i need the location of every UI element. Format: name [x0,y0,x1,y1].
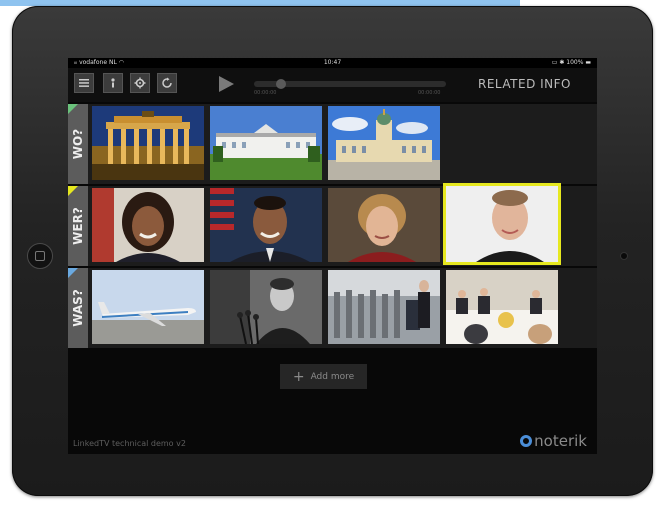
status-bar: ᵢᵢₗ vodafone NL ◠ 10:47 ▭ ✱ 100% ▬ [68,58,597,68]
thumb-barack-obama[interactable] [210,188,322,262]
info-button[interactable] [103,73,123,93]
charlottenburg-palace-image [328,106,440,180]
add-more-button[interactable]: + Add more [280,364,367,389]
toolbar: 00:00:00 00:00:00 RELATED INFO [68,68,597,102]
footer-text: LinkedTV technical demo v2 [73,439,186,448]
category-row-wer: WER? [68,183,597,266]
logo-text: noterik [534,432,587,450]
row-label-tab[interactable]: WAS? [68,268,88,348]
camera-icon [620,252,628,260]
playback-progress-bar[interactable] [254,79,446,89]
refresh-button[interactable] [157,73,177,93]
tablet-screen: ᵢᵢₗ vodafone NL ◠ 10:47 ▭ ✱ 100% ▬ 00:00… [68,58,597,454]
michelle-obama-image [92,188,204,262]
logo-mark-icon [520,435,533,447]
press-conference-image [328,270,440,344]
related-info-title: RELATED INFO [478,77,571,91]
noterik-logo: noterik [520,432,587,450]
row-color-marker [68,104,78,114]
thumb-state-dinner[interactable] [446,270,558,344]
row-label-tab[interactable]: WER? [68,186,88,266]
gear-icon [134,77,146,89]
row-color-marker [68,186,78,196]
kennedy-speech-image [210,270,322,344]
time-start: 00:00:00 [254,90,277,96]
barack-obama-image [210,188,322,262]
state-dinner-image [446,270,558,344]
menu-icon [79,79,89,87]
progress-knob[interactable] [275,79,286,89]
info-icon [111,78,115,88]
thumb-charlottenburg-palace[interactable] [328,106,440,180]
thumb-air-force-one[interactable] [92,270,204,344]
thumb-kennedy-speech[interactable] [210,270,322,344]
thumb-press-conference[interactable] [328,270,440,344]
row-label-tab[interactable]: WO? [68,104,88,184]
refresh-icon [162,77,172,88]
home-button[interactable] [27,243,53,269]
air-force-one-image [92,270,204,344]
thumb-bellevue-palace[interactable] [210,106,322,180]
status-time: 10:47 [323,59,342,66]
thumb-brandenburg-gate[interactable] [92,106,204,180]
add-more-label: Add more [310,371,355,382]
angela-merkel-image [328,188,440,262]
play-icon[interactable] [216,74,236,94]
category-row-was: WAS? [68,268,597,348]
settings-button[interactable] [130,73,150,93]
battery-label: ▭ ✱ 100% ▬ [551,59,591,66]
row-label: WO? [71,128,85,160]
row-label: WER? [71,207,86,245]
thumb-angela-merkel[interactable] [328,188,440,262]
menu-button[interactable] [74,73,94,93]
man-portrait-image [446,186,558,262]
thumb-michelle-obama[interactable] [92,188,204,262]
row-color-marker [68,268,78,278]
bellevue-palace-image [210,106,322,180]
category-row-wo: WO? [68,104,597,184]
brandenburg-gate-image [92,106,204,180]
plus-icon: + [292,368,305,385]
time-end: 00:00:00 [418,90,441,96]
thumb-man-selected[interactable] [443,183,561,265]
row-label: WAS? [71,289,85,327]
